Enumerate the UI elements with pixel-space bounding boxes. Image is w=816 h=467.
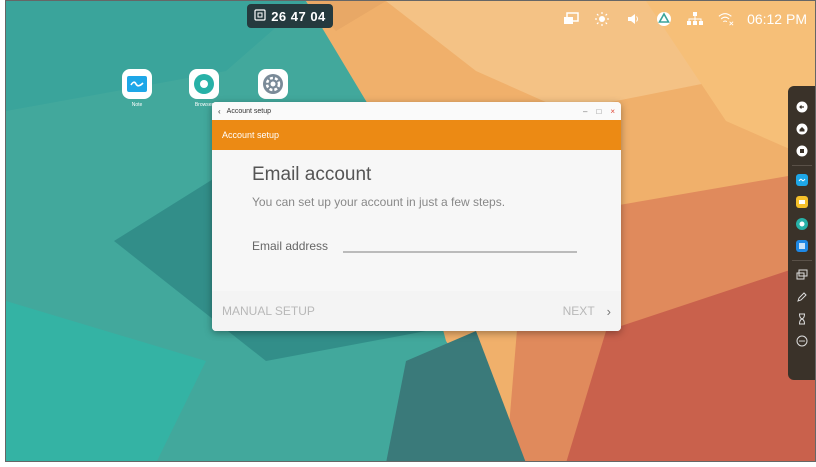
- next-button[interactable]: NEXT ›: [563, 304, 611, 319]
- dock-divider: [791, 260, 812, 261]
- window-controls: – □ ×: [583, 107, 615, 116]
- manual-setup-button[interactable]: MANUAL SETUP: [222, 304, 315, 318]
- desktop-app-note[interactable]: Note: [117, 69, 157, 108]
- action-bar-title: Account setup: [222, 130, 280, 140]
- all-apps-icon[interactable]: [795, 239, 809, 253]
- cast-icon: [254, 8, 266, 24]
- back-circle-icon[interactable]: [795, 100, 809, 114]
- page-subtitle: You can set up your account in just a fe…: [252, 195, 506, 209]
- screen-share-icon[interactable]: [795, 268, 809, 282]
- desktop-app-settings[interactable]: [253, 69, 293, 99]
- dialog-footer: MANUAL SETUP NEXT ›: [212, 291, 621, 331]
- window-titlebar: ‹ Account setup – □ ×: [212, 102, 621, 120]
- screen-mirror-icon[interactable]: [563, 11, 579, 27]
- annotate-pen-icon[interactable]: [795, 290, 809, 304]
- back-icon[interactable]: ‹: [218, 107, 221, 116]
- brightness-icon[interactable]: [594, 11, 610, 27]
- settings-icon: [258, 69, 288, 99]
- status-bar: 06:12 PM: [563, 9, 807, 29]
- minimize-icon[interactable]: –: [583, 107, 587, 116]
- maximize-icon[interactable]: □: [596, 107, 601, 116]
- more-icon[interactable]: [795, 334, 809, 348]
- network-share-icon[interactable]: [656, 11, 672, 27]
- screen-code-badge[interactable]: 26 47 04: [247, 4, 333, 28]
- action-bar: Account setup: [212, 120, 621, 150]
- email-label: Email address: [252, 239, 329, 253]
- desktop-screen: 26 47 04 06:12 PM Note Browser ‹ Account…: [5, 0, 816, 462]
- page-title: Email account: [252, 164, 372, 185]
- app-label: Note: [131, 102, 143, 108]
- dock-divider: [791, 165, 812, 166]
- side-dock: [788, 86, 815, 380]
- note-icon: [122, 69, 152, 99]
- browser-app-icon[interactable]: [795, 217, 809, 231]
- dialog-content: Email account You can set up your accoun…: [212, 150, 621, 291]
- email-row: Email address: [252, 236, 581, 253]
- volume-icon[interactable]: [625, 11, 641, 27]
- ethernet-icon[interactable]: [687, 11, 704, 27]
- chevron-right-icon: ›: [606, 303, 611, 319]
- email-field[interactable]: [343, 236, 577, 253]
- clock: 06:12 PM: [747, 11, 807, 27]
- folder-app-icon[interactable]: [795, 195, 809, 209]
- next-label: NEXT: [562, 304, 595, 318]
- account-setup-dialog: ‹ Account setup – □ × Account setup Emai…: [212, 102, 621, 331]
- home-icon[interactable]: [795, 122, 809, 136]
- wifi-off-icon[interactable]: [718, 11, 734, 27]
- close-icon[interactable]: ×: [610, 107, 615, 116]
- window-title: Account setup: [226, 107, 272, 115]
- timer-hourglass-icon[interactable]: [795, 312, 809, 326]
- note-app-icon[interactable]: [795, 173, 809, 187]
- browser-icon: [189, 69, 219, 99]
- screen-code: 26 47 04: [271, 8, 326, 24]
- recent-apps-icon[interactable]: [795, 144, 809, 158]
